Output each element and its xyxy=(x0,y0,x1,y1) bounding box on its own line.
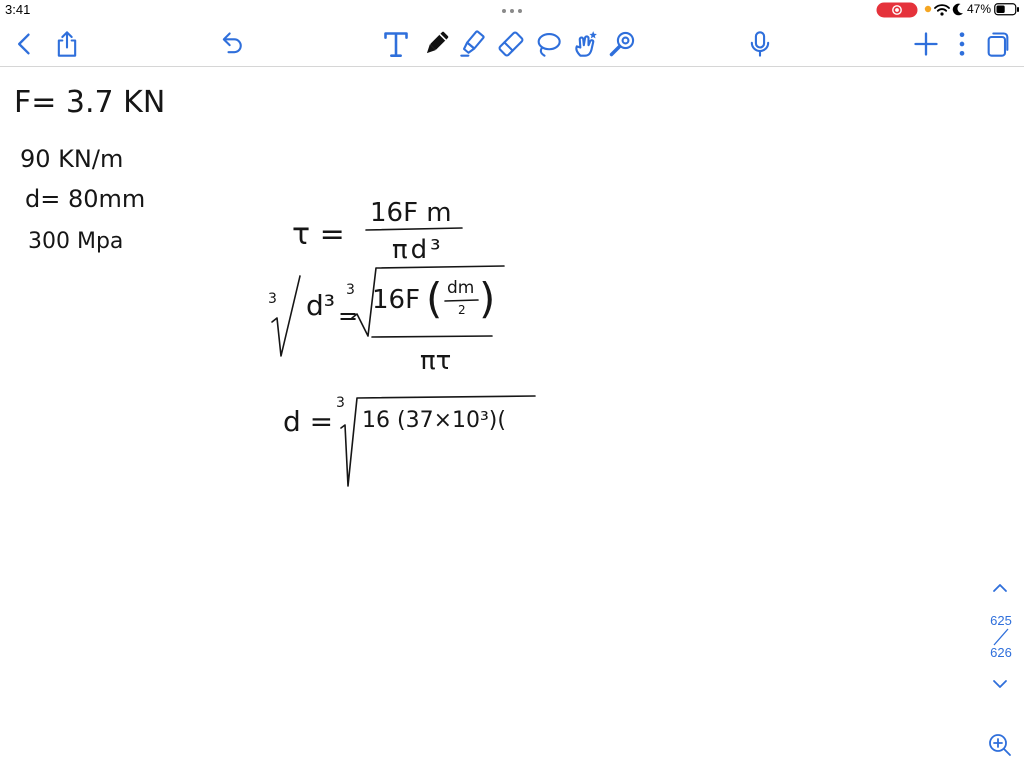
next-page-button[interactable] xyxy=(988,676,1012,692)
eq1-fraction-bar xyxy=(365,227,463,231)
dictation-button[interactable] xyxy=(746,30,774,58)
eq3-radical-sign xyxy=(340,395,536,487)
microphone-icon xyxy=(750,31,770,57)
back-button[interactable] xyxy=(11,30,39,58)
eq2-fraction-bar xyxy=(371,335,493,338)
page-separator-slash xyxy=(993,628,1009,646)
pen-tool-button[interactable] xyxy=(422,30,450,58)
highlighter-tool-button[interactable] xyxy=(459,30,487,58)
zoom-button[interactable] xyxy=(986,731,1014,759)
status-time: 3:41 xyxy=(5,2,31,17)
current-page-number: 625 xyxy=(990,613,1012,628)
total-page-number: 626 xyxy=(990,645,1012,660)
lasso-icon xyxy=(537,33,561,57)
eraser-tool-button[interactable] xyxy=(497,30,525,58)
laser-pointer-tool-button[interactable] xyxy=(608,30,636,58)
highlighter-icon xyxy=(460,30,485,57)
chevron-down-icon xyxy=(993,680,1007,688)
laser-pointer-icon xyxy=(609,31,635,57)
privacy-dot-icon xyxy=(924,5,932,13)
undo-icon xyxy=(222,32,242,54)
zoom-in-icon xyxy=(989,734,1011,756)
chevron-left-icon xyxy=(18,33,30,55)
pages-icon xyxy=(987,32,1009,57)
eq2-rhs-radical-sign xyxy=(351,265,505,337)
eq2-inner-fraction-bar xyxy=(444,299,479,302)
add-page-button[interactable] xyxy=(912,30,940,58)
text-tool-button[interactable] xyxy=(382,30,410,58)
plus-icon xyxy=(914,32,938,56)
more-vertical-icon xyxy=(959,32,965,56)
note-canvas[interactable]: F= 3.7 KN 90 KN/m d= 80mm 300 Mpa τ = 16… xyxy=(0,67,1024,768)
wifi-icon xyxy=(934,4,950,16)
text-tool-icon xyxy=(384,32,408,57)
lasso-tool-button[interactable] xyxy=(534,30,562,58)
elements-tool-button[interactable] xyxy=(571,30,599,58)
elements-icon xyxy=(575,31,597,57)
undo-button[interactable] xyxy=(218,30,246,58)
battery-percentage: 47% xyxy=(967,2,992,16)
share-button[interactable] xyxy=(53,30,81,58)
previous-page-button[interactable] xyxy=(988,580,1012,596)
eraser-icon xyxy=(498,31,524,57)
share-icon xyxy=(57,31,77,57)
battery-fill xyxy=(996,5,1005,13)
battery-icon xyxy=(994,3,1019,16)
chevron-up-icon xyxy=(993,584,1007,592)
pages-button[interactable] xyxy=(984,30,1012,58)
eq2-lhs-radical-sign xyxy=(271,275,301,357)
do-not-disturb-moon-icon xyxy=(952,3,963,16)
pen-icon xyxy=(426,31,449,54)
multitasking-dots-icon[interactable] xyxy=(500,7,524,15)
more-button[interactable] xyxy=(948,30,976,58)
ink-strokes xyxy=(271,227,536,487)
screen-recording-icon[interactable] xyxy=(876,2,918,18)
